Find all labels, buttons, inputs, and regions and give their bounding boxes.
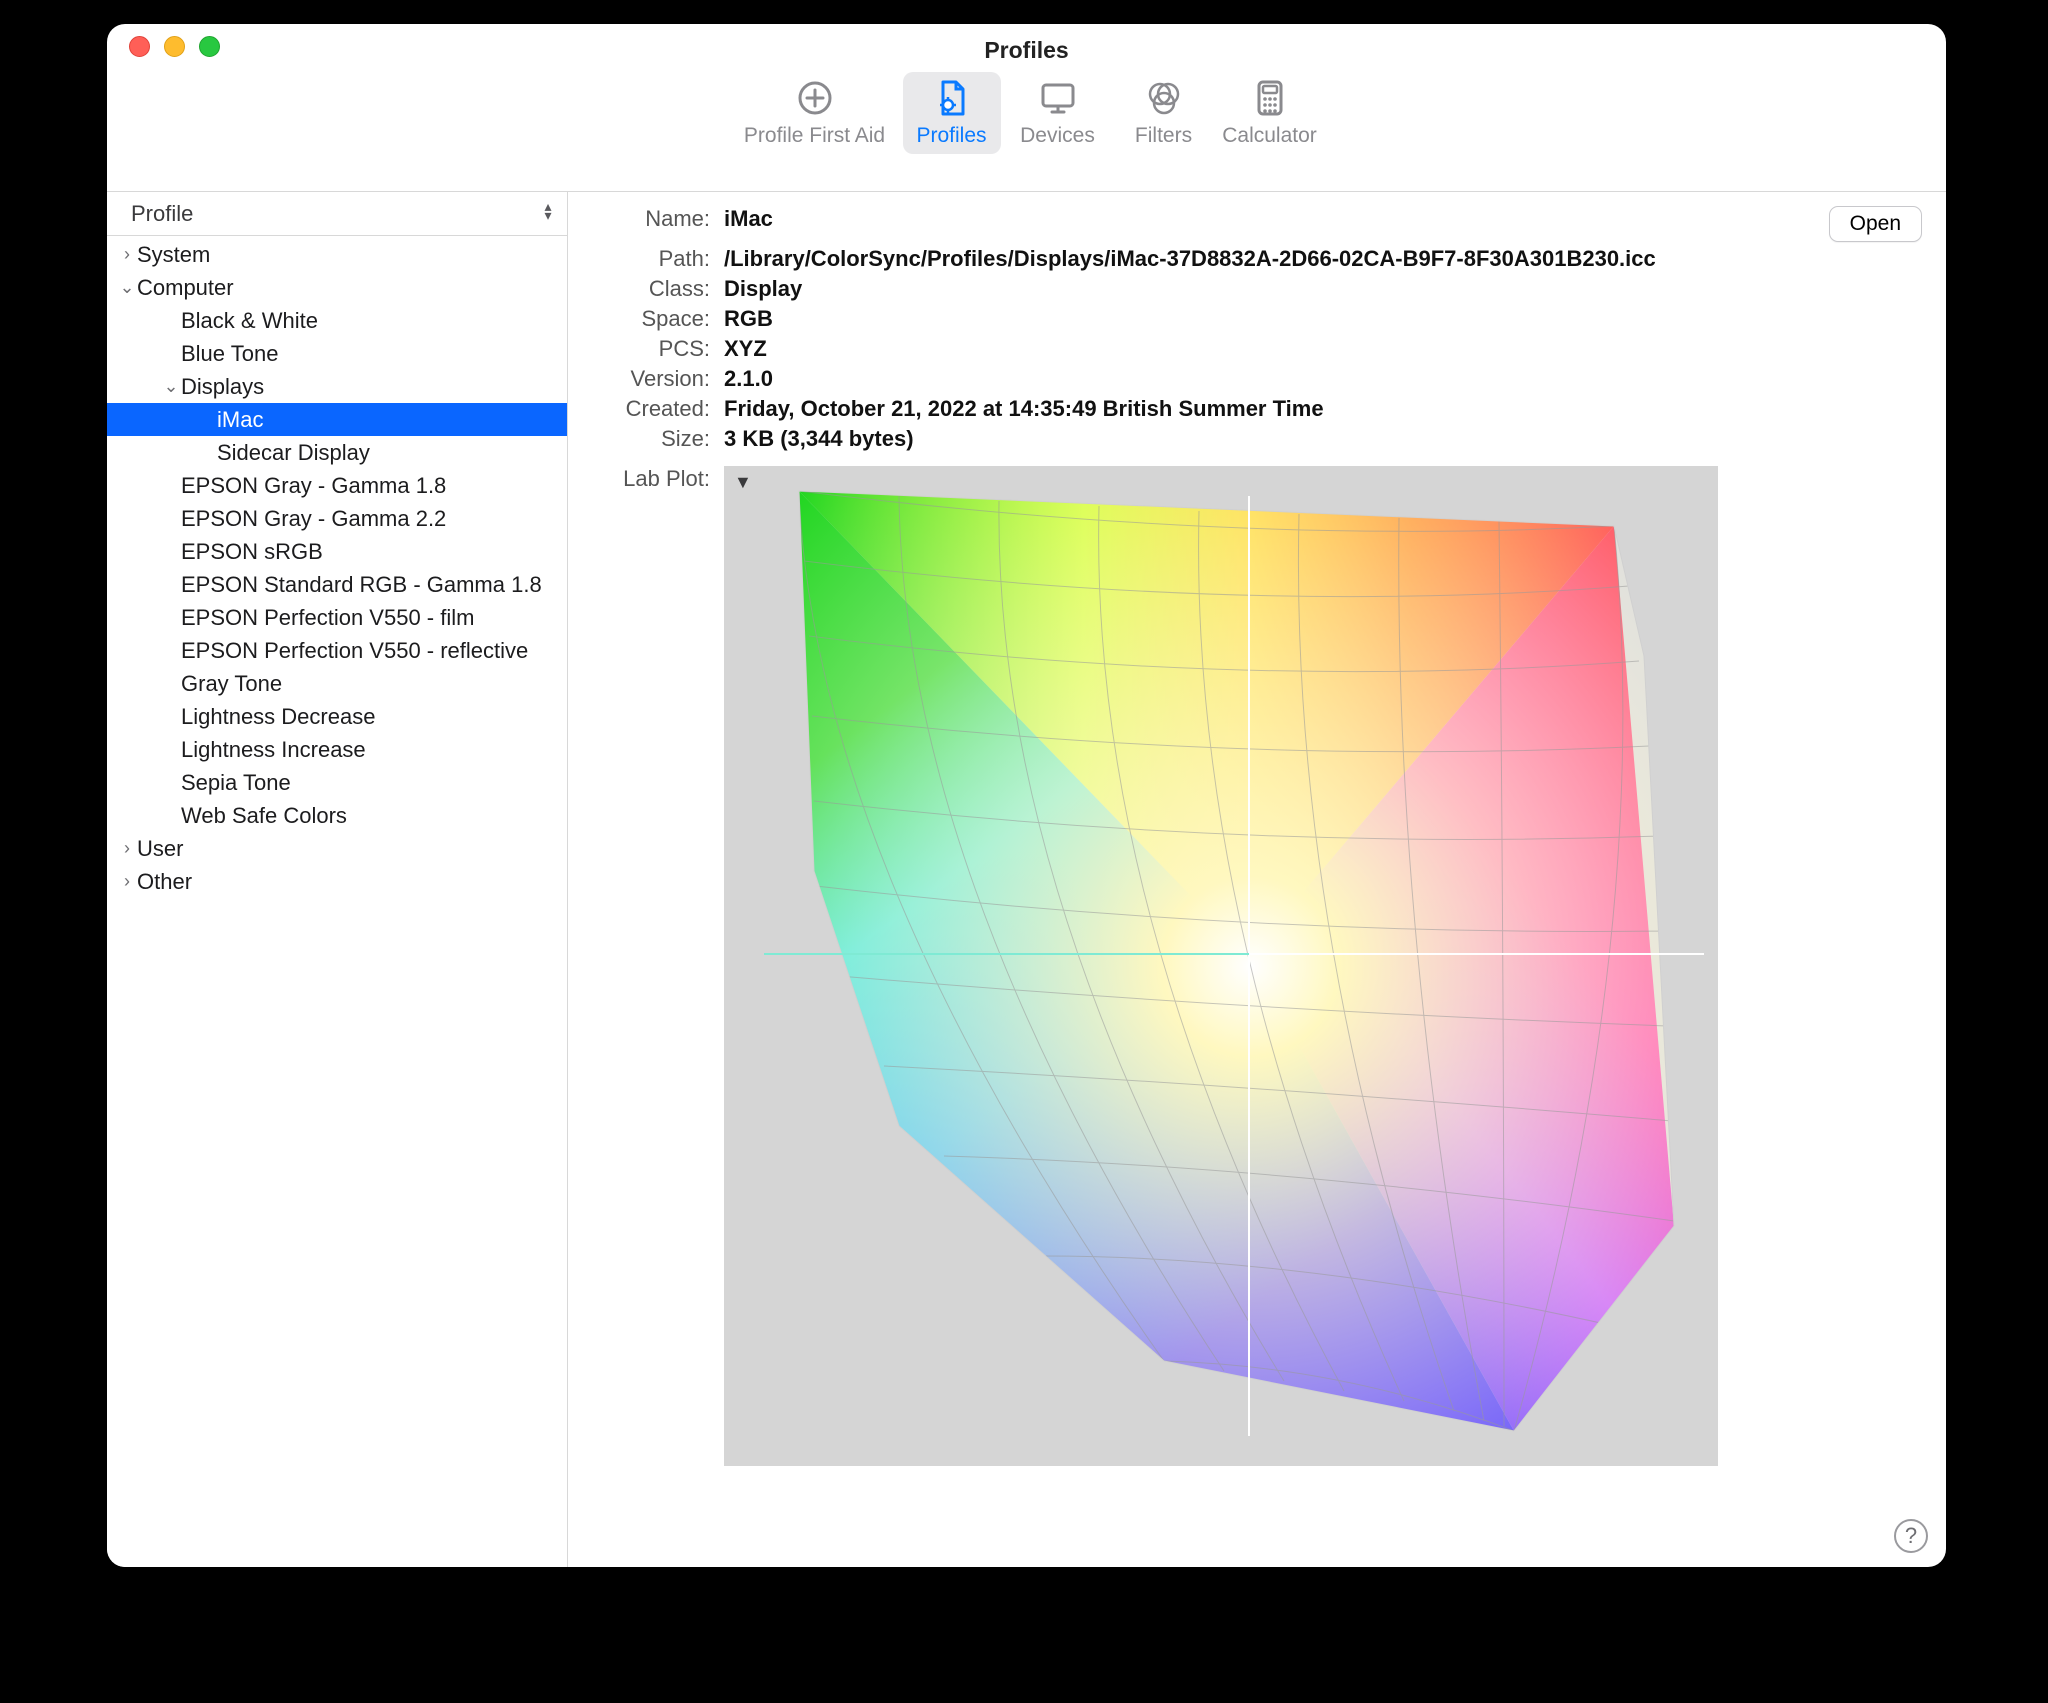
field-label: Class:	[592, 276, 710, 302]
minimize-window-button[interactable]	[164, 36, 185, 57]
tree-row-label: Black & White	[181, 308, 318, 334]
open-button[interactable]: Open	[1829, 206, 1922, 242]
tree-row[interactable]: EPSON Gray - Gamma 2.2	[107, 502, 567, 535]
field-value: XYZ	[724, 336, 1788, 362]
lab-plot-label: Lab Plot:	[592, 466, 710, 1466]
disclosure-down-icon[interactable]: ⌄	[161, 376, 181, 397]
close-window-button[interactable]	[129, 36, 150, 57]
tree-row[interactable]: ›User	[107, 832, 567, 865]
tree-row-label: EPSON Gray - Gamma 2.2	[181, 506, 446, 532]
lab-plot-row: Lab Plot: ▼	[592, 466, 1922, 1466]
tree-row[interactable]: ⌄Displays	[107, 370, 567, 403]
sort-stepper-icon[interactable]: ▴▾	[539, 202, 557, 220]
toolbar-tab-label: Profiles	[916, 124, 986, 148]
tree-row-label: Sidecar Display	[217, 440, 370, 466]
field-label: Version:	[592, 366, 710, 392]
toolbar-tab-profiles[interactable]: Profiles	[903, 72, 1001, 154]
colorsync-profiles-window: Profiles Profile First Aid Profiles	[107, 24, 1946, 1567]
profile-tree[interactable]: ›System⌄ComputerBlack & WhiteBlue Tone⌄D…	[107, 236, 567, 1567]
field-label: Name:	[592, 206, 710, 242]
monitor-icon	[1036, 76, 1080, 120]
tree-row[interactable]: Gray Tone	[107, 667, 567, 700]
calculator-icon	[1248, 76, 1292, 120]
document-gear-icon	[930, 76, 974, 120]
tree-row[interactable]: iMac	[107, 403, 567, 436]
tree-row-label: Computer	[137, 275, 234, 301]
tree-row-label: Lightness Increase	[181, 737, 366, 763]
tree-row[interactable]: ›System	[107, 238, 567, 271]
tree-row-label: Web Safe Colors	[181, 803, 347, 829]
field-label: Created:	[592, 396, 710, 422]
disclosure-right-icon[interactable]: ›	[117, 244, 137, 265]
tree-row[interactable]: Black & White	[107, 304, 567, 337]
tree-row-label: EPSON Perfection V550 - film	[181, 605, 474, 631]
toolbar-tab-label: Calculator	[1222, 124, 1317, 148]
venn-icon	[1142, 76, 1186, 120]
maximize-window-button[interactable]	[199, 36, 220, 57]
tree-row-label: EPSON Standard RGB - Gamma 1.8	[181, 572, 542, 598]
field-label: Space:	[592, 306, 710, 332]
plus-circle-icon	[793, 76, 837, 120]
field-value: 2.1.0	[724, 366, 1788, 392]
tree-row-label: System	[137, 242, 210, 268]
tree-row[interactable]: Sepia Tone	[107, 766, 567, 799]
tree-row-label: Blue Tone	[181, 341, 278, 367]
field-value: Friday, October 21, 2022 at 14:35:49 Bri…	[724, 396, 1788, 422]
field-value: iMac	[724, 206, 1788, 242]
lab-plot-gamut[interactable]	[744, 466, 1718, 1466]
titlebar: Profiles	[107, 24, 1946, 64]
tree-row[interactable]: Sidecar Display	[107, 436, 567, 469]
tree-row-label: EPSON Perfection V550 - reflective	[181, 638, 528, 664]
toolbar-tab-profile-first-aid[interactable]: Profile First Aid	[735, 72, 895, 154]
toolbar-tab-devices[interactable]: Devices	[1009, 72, 1107, 154]
tree-row-label: Lightness Decrease	[181, 704, 375, 730]
tree-row[interactable]: EPSON Perfection V550 - reflective	[107, 634, 567, 667]
disclosure-right-icon[interactable]: ›	[117, 838, 137, 859]
profile-metadata: Name: iMac Open Path: /Library/ColorSync/Pro…	[592, 206, 1922, 452]
help-icon: ?	[1905, 1523, 1917, 1549]
field-label: Size:	[592, 426, 710, 452]
tree-row[interactable]: Web Safe Colors	[107, 799, 567, 832]
toolbar-tab-label: Devices	[1020, 124, 1095, 148]
toolbar-tab-label: Profile First Aid	[744, 124, 885, 148]
tree-row[interactable]: EPSON Gray - Gamma 1.8	[107, 469, 567, 502]
help-button[interactable]: ?	[1894, 1519, 1928, 1553]
window-controls	[129, 36, 220, 57]
tree-row[interactable]: ›Other	[107, 865, 567, 898]
tree-row[interactable]: Lightness Increase	[107, 733, 567, 766]
field-value: RGB	[724, 306, 1788, 332]
tree-row[interactable]: EPSON Standard RGB - Gamma 1.8	[107, 568, 567, 601]
sidebar: Profile ▴▾ ›System⌄ComputerBlack & White…	[107, 192, 568, 1567]
field-label: Path:	[592, 246, 710, 272]
field-label: PCS:	[592, 336, 710, 362]
tree-row-label: EPSON sRGB	[181, 539, 323, 565]
window-body: Profile ▴▾ ›System⌄ComputerBlack & White…	[107, 192, 1946, 1567]
tree-row-label: EPSON Gray - Gamma 1.8	[181, 473, 446, 499]
tree-row[interactable]: ⌄Computer	[107, 271, 567, 304]
toolbar: Profile First Aid Profiles Devices Filt	[107, 64, 1946, 192]
sidebar-column-label: Profile	[131, 201, 193, 227]
field-value: /Library/ColorSync/Profiles/Displays/iMa…	[724, 246, 1788, 272]
tree-row-label: Gray Tone	[181, 671, 282, 697]
sidebar-column-header[interactable]: Profile ▴▾	[107, 192, 567, 236]
lab-plot-container[interactable]: ▼	[724, 466, 1718, 1466]
tree-row-label: Other	[137, 869, 192, 895]
tree-row[interactable]: EPSON Perfection V550 - film	[107, 601, 567, 634]
detail-pane: Name: iMac Open Path: /Library/ColorSync/Pro…	[568, 192, 1946, 1567]
tree-row-label: Sepia Tone	[181, 770, 291, 796]
tree-row-label: iMac	[217, 407, 263, 433]
field-value: 3 KB (3,344 bytes)	[724, 426, 1788, 452]
disclosure-down-icon[interactable]: ⌄	[117, 277, 137, 298]
tree-row-label: Displays	[181, 374, 264, 400]
field-value: Display	[724, 276, 1788, 302]
tree-row-label: User	[137, 836, 183, 862]
tree-row[interactable]: EPSON sRGB	[107, 535, 567, 568]
window-title: Profiles	[984, 37, 1068, 64]
disclosure-right-icon[interactable]: ›	[117, 871, 137, 892]
tree-row[interactable]: Blue Tone	[107, 337, 567, 370]
toolbar-tab-filters[interactable]: Filters	[1115, 72, 1213, 154]
toolbar-tab-label: Filters	[1135, 124, 1192, 148]
tree-row[interactable]: Lightness Decrease	[107, 700, 567, 733]
toolbar-tab-calculator[interactable]: Calculator	[1221, 72, 1319, 154]
